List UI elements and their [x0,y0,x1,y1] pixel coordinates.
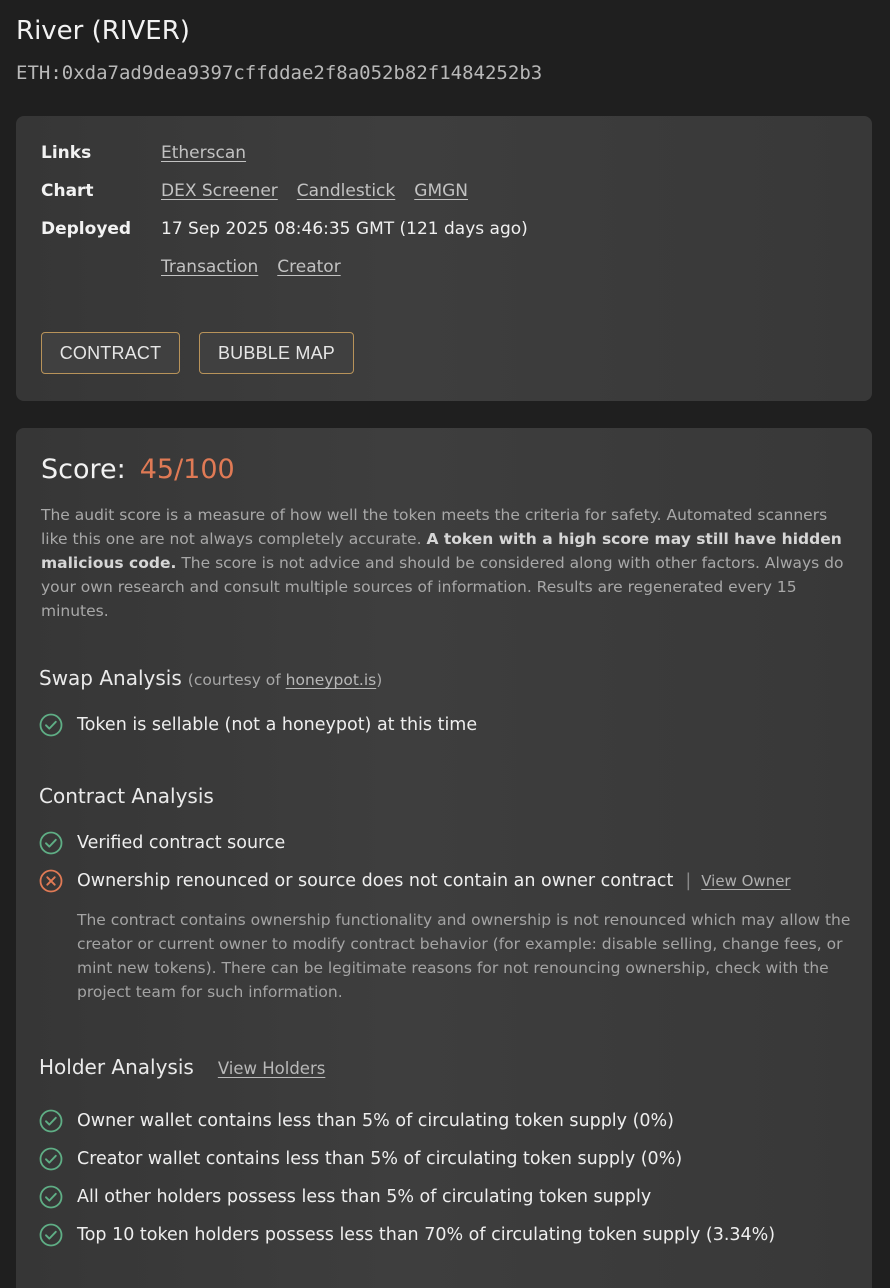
view-owner-link[interactable]: View Owner [701,872,790,890]
audit-score-card: Score: 45/100 The audit score is a measur… [16,428,872,1288]
separator: | [685,871,692,891]
deployed-value: 17 Sep 2025 08:46:35 GMT (121 days ago) [161,219,528,239]
check-text: Creator wallet contains less than 5% of … [77,1149,683,1169]
courtesy-suffix: ) [376,671,383,689]
check-circle-icon [39,1147,63,1171]
transaction-link[interactable]: Transaction [161,257,258,277]
swap-analysis-title-text: Swap Analysis [39,666,182,690]
x-circle-icon [39,869,63,893]
check-item: Top 10 token holders possess less than 7… [39,1223,775,1247]
courtesy-prefix: (courtesy of [187,671,286,689]
swap-analysis-title: Swap Analysis (courtesy of honeypot.is) [39,666,382,690]
links-row: Etherscan [161,143,246,163]
contract-button[interactable]: CONTRACT [41,332,180,374]
check-item: All other holders possess less than 5% o… [39,1185,651,1209]
token-name: River (RIVER) [16,16,190,46]
check-text: Ownership renounced or source does not c… [77,871,674,891]
check-circle-icon [39,831,63,855]
candlestick-link[interactable]: Candlestick [297,181,395,201]
etherscan-link[interactable]: Etherscan [161,143,246,163]
check-text: Top 10 token holders possess less than 7… [77,1225,776,1245]
chart-label: Chart [41,181,94,201]
score-description: The audit score is a measure of how well… [41,503,849,623]
holder-analysis-title: Holder Analysis View Holders [39,1055,325,1079]
check-circle-icon [39,713,63,737]
check-text: Verified contract source [77,833,286,853]
gmgn-link[interactable]: GMGN [414,181,468,201]
check-text: Owner wallet contains less than 5% of ci… [77,1111,675,1131]
score-label: Score: [41,454,126,485]
deployed-label: Deployed [41,219,132,239]
bubble-map-button[interactable]: BUBBLE MAP [199,332,354,374]
check-item: Creator wallet contains less than 5% of … [39,1147,682,1171]
check-item: Owner wallet contains less than 5% of ci… [39,1109,674,1133]
check-circle-icon [39,1185,63,1209]
check-text: All other holders possess less than 5% o… [77,1187,652,1207]
chart-links-row: DEX Screener Candlestick GMGN [161,181,468,201]
check-item: Verified contract source [39,831,285,855]
token-info-card: Links Etherscan Chart DEX Screener Candl… [16,116,872,401]
score-value: 45/100 [139,454,235,485]
check-item-failed: Ownership renounced or source does not c… [39,869,791,893]
check-circle-icon [39,1223,63,1247]
check-circle-icon [39,1109,63,1133]
creator-link[interactable]: Creator [277,257,340,277]
score-heading: Score: 45/100 [41,454,235,485]
holder-analysis-title-text: Holder Analysis [39,1055,194,1079]
token-address: ETH:0xda7ad9dea9397cffddae2f8a052b82f148… [16,62,543,84]
check-item: Token is sellable (not a honeypot) at th… [39,713,477,737]
contract-analysis-title: Contract Analysis [39,784,214,808]
dex-screener-link[interactable]: DEX Screener [161,181,278,201]
honeypot-link[interactable]: honeypot.is [286,671,377,689]
courtesy-note: (courtesy of honeypot.is) [188,671,383,689]
check-text: Token is sellable (not a honeypot) at th… [77,715,478,735]
view-holders-link[interactable]: View Holders [218,1059,326,1078]
deploy-links-row: Transaction Creator [161,257,341,277]
ownership-warning: The contract contains ownership function… [77,911,851,1001]
links-label: Links [41,143,92,163]
